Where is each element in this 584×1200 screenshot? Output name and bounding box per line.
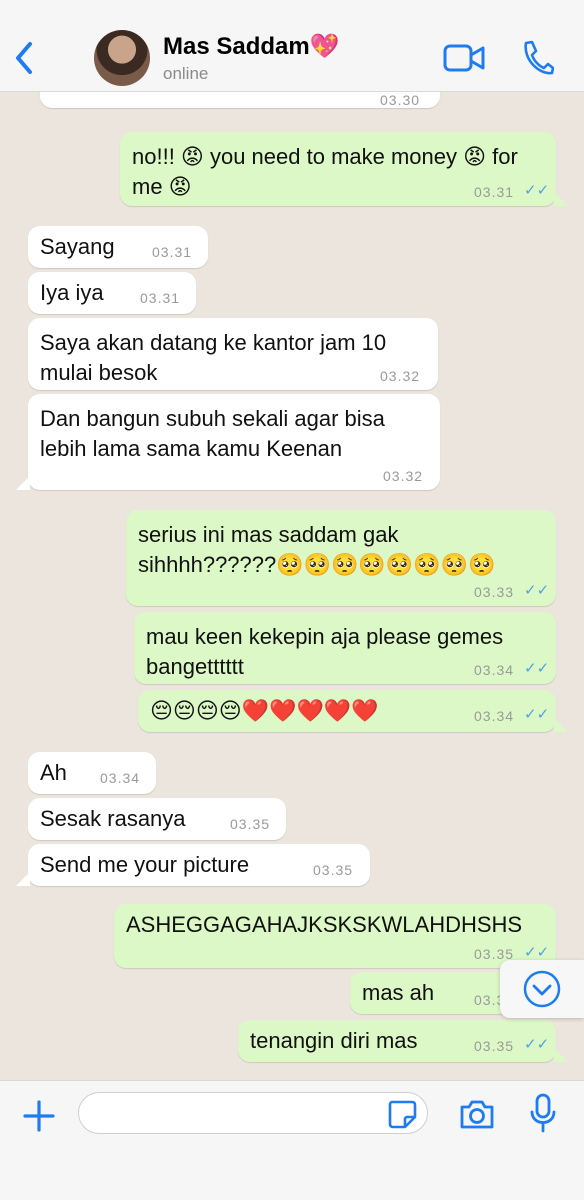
bubble-tail [554,1048,568,1062]
message-time: 03.34 [474,662,515,678]
message-text: tenangin diri mas [250,1028,418,1053]
contact-name[interactable]: Mas Saddam💖 [163,32,340,61]
contact-status: online [163,64,209,83]
message-time: 03.35 [313,862,354,878]
message-text: Send me your picture [40,852,250,877]
read-receipt-icon: ✓✓ [524,182,550,199]
sticker-icon[interactable] [386,1098,418,1130]
voice-call-icon[interactable] [520,40,554,76]
message-time: 03.31 [474,184,515,200]
camera-icon[interactable] [458,1097,496,1131]
message-time: 03.35 [474,1038,515,1054]
message-time: 03.32 [380,368,421,384]
bubble-tail [554,718,568,732]
message-time: 03.30 [380,92,421,108]
bubble-tail [16,476,30,490]
bubble-tail [554,192,568,206]
message-time: 03.31 [140,290,181,306]
message-text: no!!! 😡 you need to make money 😡 for me … [132,144,518,199]
message-bubble-incoming[interactable]: Saya akan datang ke kantor jam 10 mulai … [28,318,438,390]
scroll-to-bottom-button[interactable] [500,960,584,1018]
contact-avatar[interactable] [94,30,150,86]
message-input[interactable] [78,1092,428,1134]
message-text: Iya iya [40,280,104,305]
message-text: mas ah [362,980,435,1005]
message-time: 03.35 [230,816,271,832]
read-receipt-icon: ✓✓ [524,660,550,677]
read-receipt-icon: ✓✓ [524,706,550,723]
read-receipt-icon: ✓✓ [524,582,550,599]
microphone-icon[interactable] [528,1093,558,1133]
message-bubble-incoming[interactable]: Dan bangun subuh sekali agar bisa lebih … [28,394,440,490]
message-list[interactable]: 03.30 no!!! 😡 you need to make money 😡 f… [0,92,584,1080]
message-text: Saya akan datang ke kantor jam 10 mulai … [40,330,387,385]
message-time: 03.32 [383,468,424,484]
message-text: 😔😔😔😔❤️❤️❤️❤️❤️ [150,698,379,723]
message-text: mau keen kekepin aja please gemes banget… [146,624,504,679]
message-text: Dan bangun subuh sekali agar bisa lebih … [40,406,385,461]
message-text: Sayang [40,234,115,259]
chat-header: Mas Saddam💖 online [0,0,584,92]
chevron-down-icon [523,970,561,1008]
message-time: 03.31 [152,244,193,260]
read-receipt-icon: ✓✓ [524,944,550,961]
read-receipt-icon: ✓✓ [524,1036,550,1053]
back-chevron-icon[interactable] [10,38,38,78]
message-time: 03.34 [474,708,515,724]
message-text: Sesak rasanya [40,806,186,831]
message-text: ASHEGGAGAHAJKSKSKWLAHDHSHS [126,912,523,937]
video-call-icon[interactable] [443,42,485,74]
plus-icon[interactable] [22,1099,56,1133]
message-text: serius ini mas saddam gak sihhhh??????🥺🥺… [138,522,496,577]
message-text: Ah [40,760,67,785]
message-time: 03.34 [100,770,141,786]
message-time: 03.33 [474,584,515,600]
bubble-tail [16,872,30,886]
